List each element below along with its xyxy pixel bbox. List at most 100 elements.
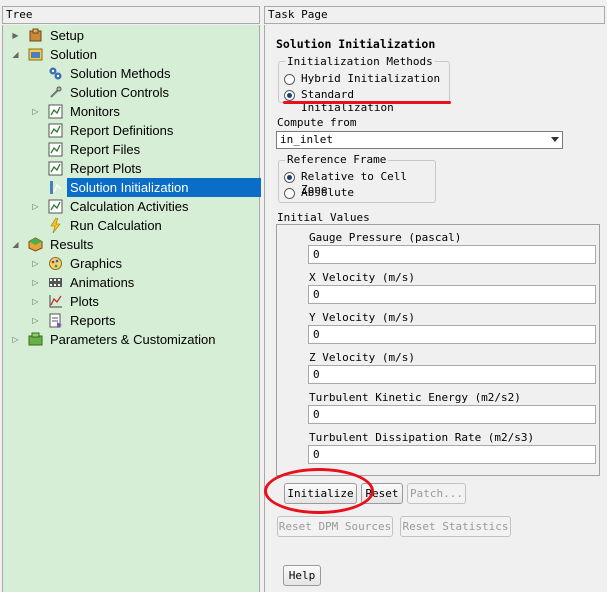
tree-item-results[interactable]: ◢ Results <box>3 235 259 254</box>
compute-from-dropdown[interactable]: in_inlet <box>276 131 563 149</box>
tree-item-label: Animations <box>70 275 135 290</box>
task-page-header: Task Page <box>264 6 605 24</box>
tree-item-label: Reports <box>70 313 116 328</box>
turbulent-dissipation-rate-input[interactable]: 0 <box>308 445 596 464</box>
tree-item-run-calculation[interactable]: Run Calculation <box>3 216 259 235</box>
tree-panel: Tree ▶ Setup ◢ Solution Solution Methods Solu… <box>0 0 262 592</box>
tree-item-label: Plots <box>70 294 99 309</box>
patch-button[interactable]: Patch... <box>407 483 466 504</box>
expander-icon[interactable]: ▷ <box>31 254 40 273</box>
results-icon <box>28 237 43 252</box>
radio-button-icon <box>284 188 295 199</box>
z-velocity-input[interactable]: 0 <box>308 365 596 384</box>
tree-item-label: Parameters & Customization <box>50 332 216 347</box>
report-files-icon <box>48 142 63 157</box>
tree-view[interactable]: ▶ Setup ◢ Solution Solution Methods Solution … <box>2 25 261 592</box>
x-velocity-label: X Velocity (m/s) <box>309 271 415 284</box>
controls-icon <box>48 85 63 100</box>
parameters-icon <box>28 332 43 347</box>
tree-item-solution-controls[interactable]: Solution Controls <box>3 83 259 102</box>
tree-item-label: Graphics <box>70 256 123 271</box>
tree-item-label: Solution Methods <box>70 66 171 81</box>
tree-item-animations[interactable]: ▷ Animations <box>3 273 259 292</box>
absolute-radio[interactable]: Absolute <box>284 186 374 201</box>
tree-header: Tree <box>2 6 260 24</box>
expander-icon[interactable]: ▷ <box>31 102 40 121</box>
expander-icon[interactable]: ▷ <box>31 273 40 292</box>
tree-item-label: Monitors <box>70 104 120 119</box>
expander-icon[interactable]: ▷ <box>31 197 40 216</box>
red-underline-annotation <box>283 101 451 104</box>
compute-from-value: in_inlet <box>280 133 333 146</box>
compute-from-label: Compute from <box>277 116 357 129</box>
y-velocity-label: Y Velocity (m/s) <box>309 311 415 324</box>
setup-icon <box>28 28 43 43</box>
relative-to-cell-zone-radio[interactable]: Relative to Cell Zone <box>284 170 430 196</box>
tree-item-label: Results <box>50 237 94 252</box>
reset-dpm-sources-button[interactable]: Reset DPM Sources <box>277 516 393 537</box>
tree-item-monitors[interactable]: ▷ Monitors <box>3 102 259 121</box>
animations-icon <box>48 275 63 290</box>
tree-item-label: Setup <box>50 28 84 43</box>
gauge-pressure-label: Gauge Pressure (pascal) <box>309 231 462 244</box>
tree-item-label: Solution <box>50 47 97 62</box>
tree-item-graphics[interactable]: ▷ Graphics <box>3 254 259 273</box>
reference-frame-legend: Reference Frame <box>285 153 389 166</box>
expander-icon[interactable]: ▷ <box>11 330 20 349</box>
tree-item-reports[interactable]: ▷ Reports <box>3 311 259 330</box>
tree-item-label: Report Definitions <box>70 123 174 138</box>
tree-item-calculation-activities[interactable]: ▷ Calculation Activities <box>3 197 259 216</box>
tree-item-setup[interactable]: ▶ Setup <box>3 26 259 45</box>
tree-item-report-plots[interactable]: Report Plots <box>3 159 259 178</box>
tree-item-solution-methods[interactable]: Solution Methods <box>3 64 259 83</box>
turbulent-dissipation-rate-label: Turbulent Dissipation Rate (m2/s3) <box>309 431 535 444</box>
chevron-down-icon <box>551 137 559 142</box>
tree-item-solution[interactable]: ◢ Solution <box>3 45 259 64</box>
radio-button-icon <box>284 74 295 85</box>
y-velocity-input[interactable]: 0 <box>308 325 596 344</box>
turbulent-kinetic-energy-input[interactable]: 0 <box>308 405 596 424</box>
tree-item-label: Solution Initialization <box>70 180 189 195</box>
gauge-pressure-input[interactable]: 0 <box>308 245 596 264</box>
plots-icon <box>48 294 63 309</box>
tree-item-report-files[interactable]: Report Files <box>3 140 259 159</box>
tree-item-label: Report Plots <box>70 161 142 176</box>
red-circle-annotation <box>264 468 374 514</box>
tree-item-parameters-customization[interactable]: ▷ Parameters & Customization <box>3 330 259 349</box>
hybrid-initialization-label: Hybrid Initialization <box>301 72 441 85</box>
expander-icon[interactable]: ◢ <box>11 235 20 254</box>
expander-icon[interactable]: ◢ <box>11 45 20 64</box>
z-velocity-label: Z Velocity (m/s) <box>309 351 415 364</box>
initial-values-label: Initial Values <box>277 211 370 224</box>
run-calculation-icon <box>48 217 63 234</box>
radio-button-icon <box>284 90 295 101</box>
initialization-icon <box>48 180 63 195</box>
tree-item-label: Report Files <box>70 142 141 157</box>
turbulent-kinetic-energy-label: Turbulent Kinetic Energy (m2/s2) <box>309 391 521 404</box>
graphics-icon <box>48 256 63 271</box>
report-plots-icon <box>48 161 63 176</box>
x-velocity-input[interactable]: 0 <box>308 285 596 304</box>
hybrid-initialization-radio[interactable]: Hybrid Initialization <box>284 72 444 87</box>
page-title: Solution Initialization <box>276 37 436 51</box>
monitors-icon <box>48 104 63 119</box>
report-definitions-icon <box>48 123 63 138</box>
initialization-methods-legend: Initialization Methods <box>285 55 435 68</box>
tree-item-label: Calculation Activities <box>70 199 189 214</box>
tree-item-label: Solution Controls <box>70 85 169 100</box>
solution-icon <box>28 47 43 62</box>
tree-item-solution-initialization[interactable]: Solution Initialization <box>3 178 261 197</box>
expander-icon[interactable]: ▷ <box>31 292 40 311</box>
reset-statistics-button[interactable]: Reset Statistics <box>400 516 511 537</box>
radio-button-icon <box>284 172 295 183</box>
reports-icon <box>48 313 63 328</box>
absolute-label: Absolute <box>301 186 354 199</box>
tree-item-plots[interactable]: ▷ Plots <box>3 292 259 311</box>
expander-icon[interactable]: ▶ <box>11 26 20 45</box>
tree-item-report-definitions[interactable]: Report Definitions <box>3 121 259 140</box>
tree-item-label: Run Calculation <box>70 218 162 233</box>
expander-icon[interactable]: ▷ <box>31 311 40 330</box>
methods-icon <box>48 66 63 81</box>
calculation-activities-icon <box>48 199 63 214</box>
help-button[interactable]: Help <box>283 565 321 586</box>
